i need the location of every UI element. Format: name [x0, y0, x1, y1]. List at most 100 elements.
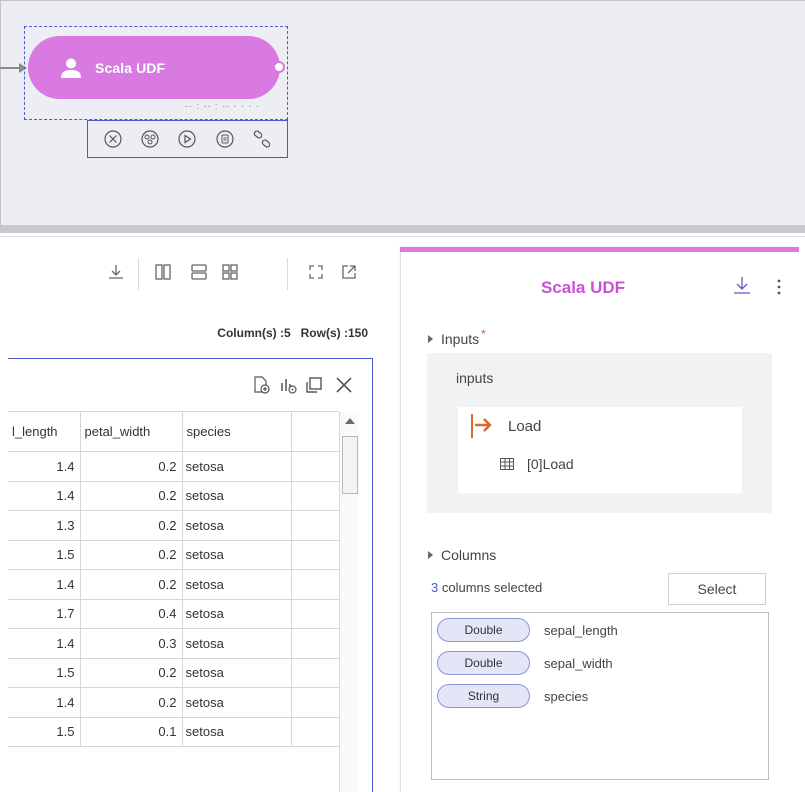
- inputs-section-toggle[interactable]: Inputs *: [428, 327, 486, 347]
- open-external-icon[interactable]: [339, 262, 359, 282]
- table-cell-filler: [291, 687, 339, 718]
- column-name: sepal_length: [544, 622, 618, 638]
- chart-settings-icon[interactable]: [277, 374, 299, 396]
- table-header-row: l_length petal_width species: [8, 411, 339, 452]
- add-file-icon[interactable]: [250, 374, 272, 396]
- list-item[interactable]: String species: [437, 683, 588, 709]
- table-cell-filler: [291, 480, 339, 511]
- table-cell: 0.2: [80, 569, 183, 600]
- inputs-section-label: Inputs: [441, 331, 480, 347]
- table-row[interactable]: 1.3 0.2 setosa: [8, 510, 339, 541]
- column-header-filler: [291, 411, 339, 452]
- table-cell-filler: [291, 598, 339, 629]
- scroll-up-arrow-icon[interactable]: [345, 418, 355, 424]
- user-icon: [61, 58, 81, 78]
- table-cell: 1.4: [8, 569, 81, 600]
- table-row[interactable]: 1.4 0.2 setosa: [8, 480, 339, 511]
- copy-window-icon[interactable]: [303, 374, 325, 396]
- panel-title: Scala UDF: [540, 278, 626, 297]
- scrollbar-thumb[interactable]: [342, 436, 358, 494]
- selected-count-label: columns selected: [438, 580, 543, 595]
- node-title: Scala UDF: [95, 59, 166, 76]
- column-count: Column(s) :5: [217, 326, 291, 340]
- table-row[interactable]: 1.4 0.3 setosa: [8, 628, 339, 659]
- table-cell: setosa: [182, 657, 292, 688]
- table-cell-filler: [291, 569, 339, 600]
- rows-layout-icon[interactable]: [189, 262, 209, 282]
- column-name: species: [544, 688, 589, 704]
- data-grid: l_length petal_width species 1.4 0.2 setos…: [8, 411, 339, 747]
- table-cell-filler: [291, 716, 339, 747]
- table-cell: 0.4: [80, 598, 183, 629]
- columns-section-toggle[interactable]: Columns: [428, 547, 496, 563]
- table-cell: 1.3: [8, 510, 81, 541]
- panel-download-icon[interactable]: [731, 274, 753, 296]
- table-cell: setosa: [182, 451, 292, 482]
- node-output-port[interactable]: [273, 61, 285, 73]
- play-icon[interactable]: [176, 128, 198, 150]
- type-badge: String: [437, 684, 530, 708]
- table-cell: setosa: [182, 628, 292, 659]
- table-cell: 1.5: [8, 716, 81, 747]
- table-row[interactable]: 1.5 0.2 setosa: [8, 539, 339, 570]
- column-header[interactable]: petal_width: [80, 411, 183, 452]
- table-cell: 1.7: [8, 598, 81, 629]
- table-cell: 0.2: [80, 451, 183, 482]
- node-status-text: -- : -- : -- - - - -: [185, 101, 260, 111]
- node-toolbar: [87, 120, 288, 158]
- link-icon[interactable]: [251, 128, 273, 150]
- caret-right-icon: [428, 335, 433, 343]
- table-cell: 0.3: [80, 628, 183, 659]
- input-source-card: [458, 407, 742, 493]
- download-icon[interactable]: [106, 262, 126, 282]
- table-cell: setosa: [182, 687, 292, 718]
- scala-udf-node[interactable]: Scala UDF: [28, 36, 280, 99]
- table-cell-filler: [291, 539, 339, 570]
- input-dataset-name[interactable]: [0]Load: [527, 456, 574, 472]
- grid-layout-icon[interactable]: [220, 262, 240, 282]
- table-cell: 1.4: [8, 687, 81, 718]
- table-cell: setosa: [182, 480, 292, 511]
- select-columns-button[interactable]: Select: [668, 573, 766, 605]
- table-cell: 1.4: [8, 451, 81, 482]
- table-row[interactable]: 1.7 0.4 setosa: [8, 598, 339, 629]
- close-icon[interactable]: [333, 374, 355, 396]
- columns-section-label: Columns: [441, 547, 497, 563]
- column-header[interactable]: l_length: [8, 411, 81, 452]
- caret-right-icon: [428, 551, 433, 559]
- table-cell-filler: [291, 628, 339, 659]
- list-item[interactable]: Double sepal_length: [437, 617, 618, 643]
- table-row[interactable]: 1.5 0.2 setosa: [8, 657, 339, 688]
- table-cell: 1.5: [8, 657, 81, 688]
- table-cell: setosa: [182, 539, 292, 570]
- type-badge: Double: [437, 651, 530, 675]
- table-icon: [500, 458, 514, 470]
- link-nodes-icon[interactable]: [139, 128, 161, 150]
- table-cell-filler: [291, 510, 339, 541]
- columns-layout-icon[interactable]: [153, 262, 173, 282]
- table-cell: 0.2: [80, 657, 183, 688]
- column-header[interactable]: species: [182, 411, 292, 452]
- pane-resize-handle[interactable]: [0, 225, 805, 233]
- more-options-icon[interactable]: [774, 276, 784, 298]
- input-arrow-icon: [471, 414, 495, 438]
- list-item[interactable]: Double sepal_width: [437, 650, 613, 676]
- table-cell-filler: [291, 451, 339, 482]
- table-cell: 1.4: [8, 480, 81, 511]
- clipboard-icon[interactable]: [214, 128, 236, 150]
- table-row[interactable]: 1.4 0.2 setosa: [8, 687, 339, 718]
- table-row[interactable]: 1.4 0.2 setosa: [8, 569, 339, 600]
- table-cell: 0.1: [80, 716, 183, 747]
- expand-icon[interactable]: [306, 262, 326, 282]
- column-name: sepal_width: [544, 655, 613, 671]
- table-cell: 0.2: [80, 480, 183, 511]
- input-source-name[interactable]: Load: [508, 418, 541, 435]
- close-circle-icon[interactable]: [102, 128, 124, 150]
- table-row[interactable]: 1.4 0.2 setosa: [8, 451, 339, 482]
- table-cell: 0.2: [80, 510, 183, 541]
- table-cell: 1.5: [8, 539, 81, 570]
- grid-counts: Column(s) :5 Row(s) :150: [0, 326, 368, 340]
- row-count: Row(s) :150: [300, 326, 368, 340]
- table-row[interactable]: 1.5 0.1 setosa: [8, 716, 339, 747]
- grid-scrollbar[interactable]: [339, 412, 359, 792]
